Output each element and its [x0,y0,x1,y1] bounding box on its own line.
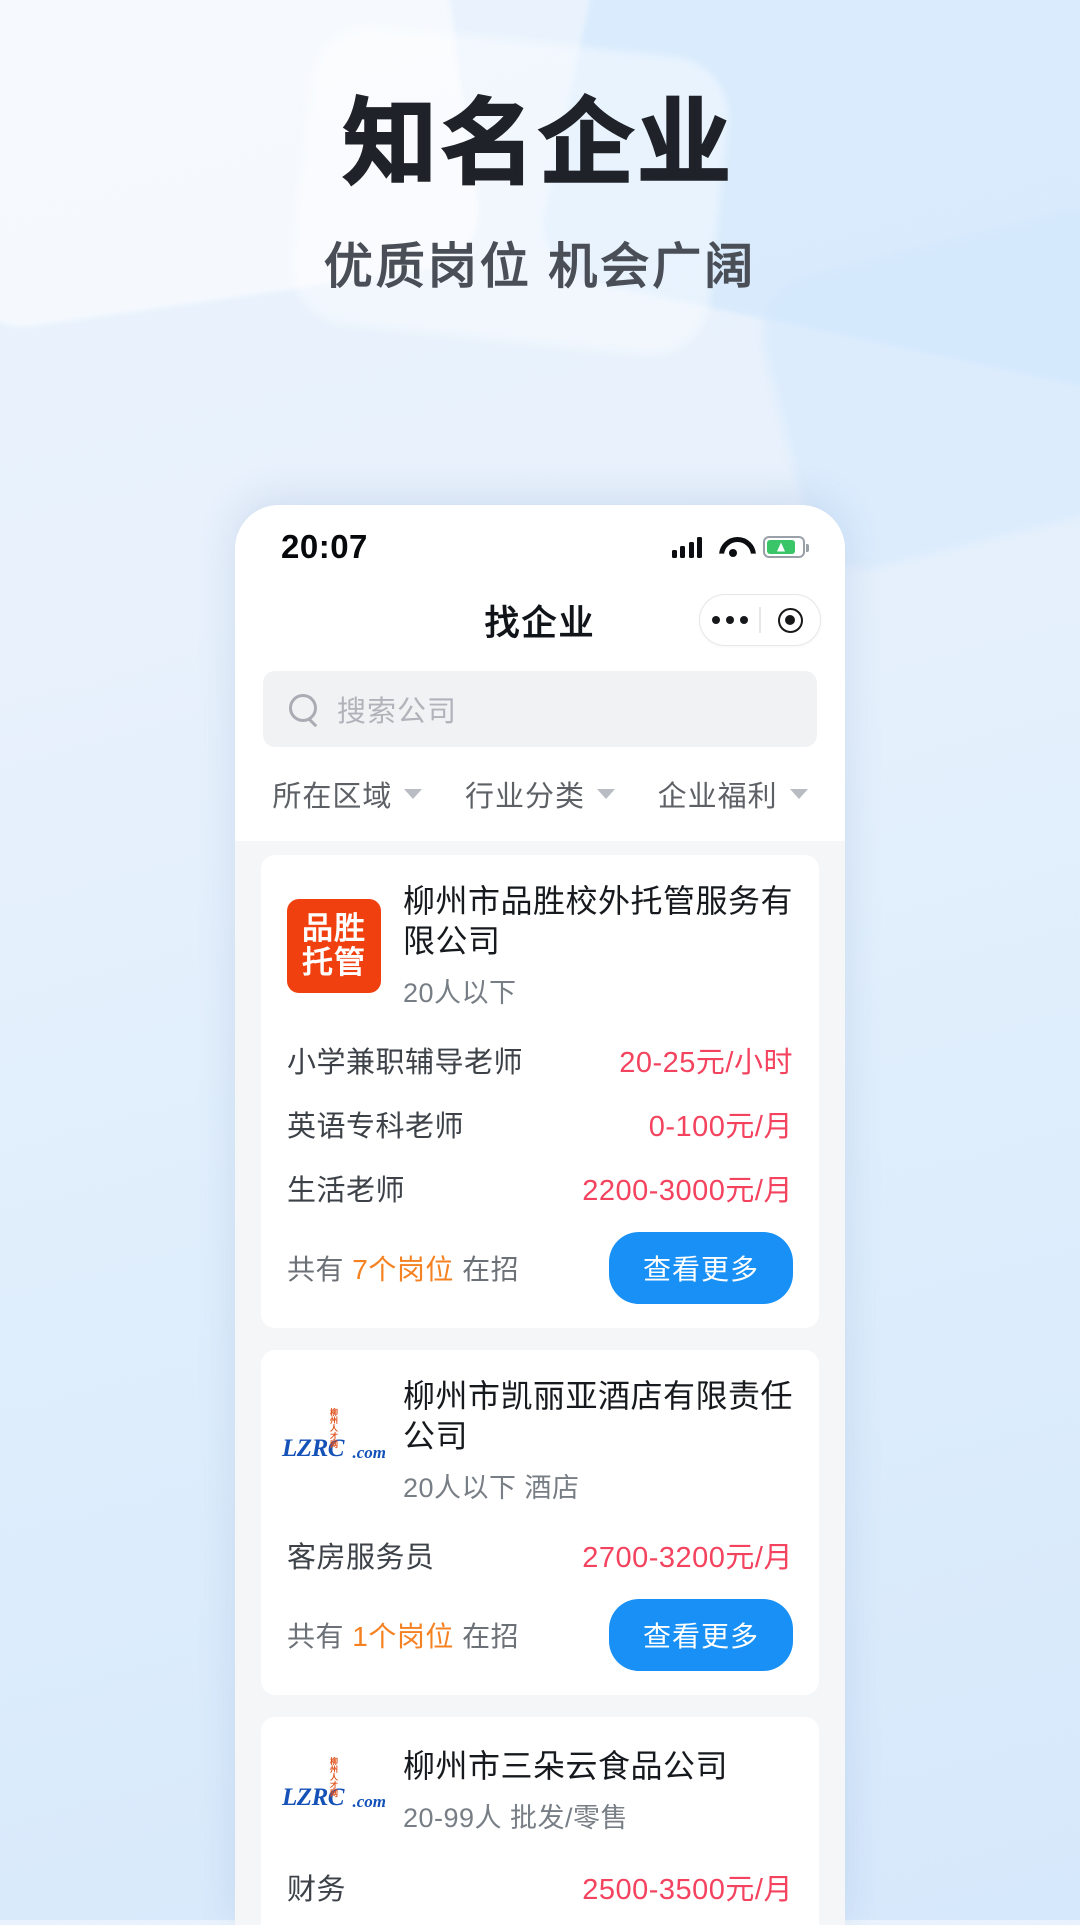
job-salary: 20-25元/小时 [619,1047,793,1079]
logo-cn-text: 柳州人才网 [329,1407,339,1449]
job-row[interactable]: 生活老师 2200-3000元/月 [287,1156,793,1220]
job-count-suffix: 在招 [462,1254,520,1285]
nav-bar: 找企业 [235,583,845,657]
company-header: LZRC 柳州人才网 .com 柳州市三朵云食品公司 20-99人 批发/零售 [282,1743,793,1837]
company-header: LZRC 柳州人才网 .com 柳州市凯丽亚酒店有限责任公司 20人以下 酒店 [282,1376,793,1505]
battery-charging-icon [763,536,809,558]
search-input[interactable]: 搜索公司 [263,671,817,747]
company-info: 柳州市凯丽亚酒店有限责任公司 20人以下 酒店 [403,1376,793,1505]
company-meta: 20人以下 酒店 [403,1473,580,1503]
company-logo: 品胜 托管 [287,898,381,993]
filter-industry-label: 行业分类 [464,781,585,813]
status-bar: 20:07 [235,505,845,583]
status-icons [671,536,809,558]
page-title: 知名企业 [342,93,736,195]
job-count-prefix: 共有 [287,1254,345,1285]
search-section: 搜索公司 [235,657,845,751]
lzrc-logo-icon: LZRC 柳州人才网 .com [282,1758,386,1811]
filter-benefits[interactable]: 企业福利 [658,773,808,815]
company-logo-line2: 托管 [302,944,366,980]
search-icon [289,694,319,724]
chevron-down-icon [404,789,423,799]
job-salary: 2500-3500元/月 [582,1874,793,1906]
job-row[interactable]: 财务 2500-3500元/月 [287,1855,793,1919]
job-title: 生活老师 [287,1175,406,1207]
job-salary: 2200-3000元/月 [582,1175,793,1207]
filter-industry[interactable]: 行业分类 [465,773,615,815]
filter-benefits-label: 企业福利 [657,781,778,813]
page-subtitle: 优质岗位 机会广阔 [323,239,757,294]
phone-mockup: 20:07 找企业 搜索公司 所在区域 行业分类 企业福利 品胜 托管 柳州市品… [235,505,845,1925]
view-more-button[interactable]: 查看更多 [608,1599,793,1671]
card-footer: 共有 1个岗位 在招 查看更多 [287,1599,793,1671]
card-footer: 共有 7个岗位 在招 查看更多 [287,1232,793,1304]
chevron-down-icon [789,789,808,799]
company-logo: LZRC 柳州人才网 .com [282,1393,386,1488]
job-count-prefix: 共有 [287,1621,345,1652]
filter-region[interactable]: 所在区域 [272,773,423,815]
view-more-button[interactable]: 查看更多 [608,1232,793,1304]
cellular-signal-icon [671,536,702,558]
company-name: 柳州市品胜校外托管服务有限公司 [403,883,794,959]
company-header: 品胜 托管 柳州市品胜校外托管服务有限公司 20人以下 [287,881,793,1010]
logo-com-text: .com [352,1792,386,1811]
nav-title: 找企业 [484,603,596,643]
company-meta: 20人以下 [403,978,517,1008]
company-list: 品胜 托管 柳州市品胜校外托管服务有限公司 20人以下 小学兼职辅导老师 20-… [235,841,845,1925]
job-salary: 2700-3200元/月 [582,1542,793,1574]
lzrc-logo-icon: LZRC 柳州人才网 .com [282,1408,386,1462]
company-name: 柳州市凯丽亚酒店有限责任公司 [403,1378,794,1454]
status-time: 20:07 [281,528,368,565]
job-count-text: 共有 7个岗位 在招 [287,1248,519,1288]
wifi-icon [719,537,746,557]
company-meta: 20-99人 批发/零售 [403,1802,629,1833]
job-list: 小学兼职辅导老师 20-25元/小时 英语专科老师 0-100元/月 生活老师 … [287,1028,793,1220]
job-list: 财务 2500-3500元/月 店长 3500-10000元/月 [287,1855,793,1925]
company-logo-line1: 品胜 [302,911,366,947]
company-info: 柳州市品胜校外托管服务有限公司 20人以下 [403,881,793,1010]
job-count-value: 7个岗位 [352,1254,454,1285]
job-salary: 0-100元/月 [648,1111,793,1143]
company-info: 柳州市三朵云食品公司 20-99人 批发/零售 [403,1746,793,1835]
search-placeholder: 搜索公司 [337,696,458,728]
filter-bar: 所在区域 行业分类 企业福利 [235,751,845,841]
logo-com-text: .com [352,1442,386,1462]
filter-region-label: 所在区域 [272,781,393,813]
company-name: 柳州市三朵云食品公司 [403,1747,729,1784]
job-row[interactable]: 客房服务员 2700-3200元/月 [287,1523,793,1587]
company-logo: LZRC 柳州人才网 .com [282,1743,386,1837]
job-row[interactable]: 英语专科老师 0-100元/月 [287,1092,793,1156]
company-card[interactable]: LZRC 柳州人才网 .com 柳州市凯丽亚酒店有限责任公司 20人以下 酒店 … [261,1350,819,1695]
target-circle-icon[interactable] [761,607,820,633]
job-count-suffix: 在招 [462,1621,520,1652]
job-title: 英语专科老师 [287,1111,465,1143]
chevron-down-icon [596,789,615,799]
job-row[interactable]: 小学兼职辅导老师 20-25元/小时 [287,1028,793,1092]
more-dots-icon[interactable] [700,616,759,624]
job-count-text: 共有 1个岗位 在招 [287,1615,519,1655]
job-title: 客房服务员 [287,1542,435,1574]
job-title: 小学兼职辅导老师 [287,1047,524,1079]
job-title: 财务 [287,1874,347,1906]
job-count-value: 1个岗位 [352,1621,454,1652]
logo-cn-text: 柳州人才网 [329,1757,339,1798]
company-card[interactable]: LZRC 柳州人才网 .com 柳州市三朵云食品公司 20-99人 批发/零售 … [261,1717,819,1925]
job-list: 客房服务员 2700-3200元/月 [287,1523,793,1587]
hero-section: 知名企业 优质岗位 机会广阔 [0,0,1080,298]
company-card[interactable]: 品胜 托管 柳州市品胜校外托管服务有限公司 20人以下 小学兼职辅导老师 20-… [261,855,819,1328]
mini-program-capsule[interactable] [699,594,821,646]
